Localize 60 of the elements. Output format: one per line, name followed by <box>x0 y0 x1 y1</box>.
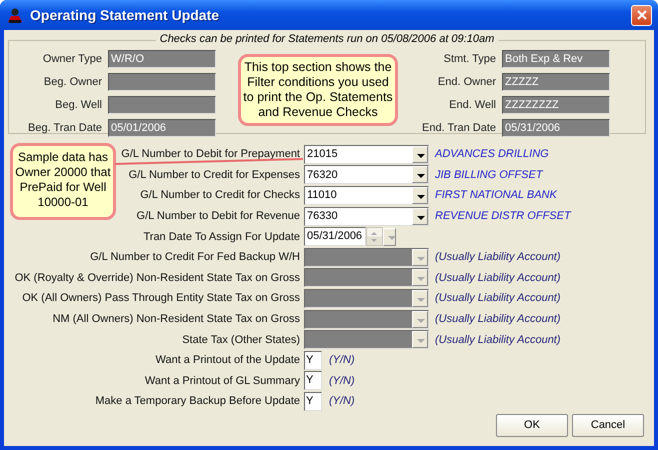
account-description: ADVANCES DRILLING <box>435 148 549 160</box>
field-label: G/L Number to Credit for Expenses <box>128 168 300 181</box>
field-label: G/L Number to Debit for Revenue <box>136 210 300 222</box>
field-label: OK (Royalty & Override) Non-Resident State Tax on Gross <box>14 272 300 284</box>
field-label: Tran Date To Assign For Update <box>143 230 300 243</box>
account-description: FIRST NATIONAL BANK <box>435 189 557 202</box>
readonly-field: 05/01/2006 <box>108 119 216 137</box>
field-label: Owner Type <box>42 53 102 65</box>
hint-text: (Y/N) <box>329 374 355 387</box>
account-description: (Usually Liability Account) <box>435 313 561 326</box>
callout-note: This top section shows the Filter conditions you used to print the Op. Statements and Revenue Checks <box>238 54 398 126</box>
combo-box[interactable]: 21015 <box>304 144 429 164</box>
input-field[interactable]: Y <box>304 371 322 390</box>
hint-text: (Y/N) <box>329 395 355 408</box>
app-icon <box>6 6 24 24</box>
field-label: End. Owner <box>436 76 496 88</box>
close-icon <box>636 9 648 21</box>
field-label: State Tax (Other States) <box>182 334 300 346</box>
combo-box[interactable]: 11010 <box>304 186 429 205</box>
group-legend: Checks can be printed for Statements run on 05/08/2006 at 09:10am <box>156 33 498 45</box>
field-label: Beg. Well <box>54 99 102 111</box>
field-label: Beg. Owner <box>42 76 102 88</box>
field-label: End. Well <box>448 99 496 111</box>
field-label: NM (All Owners) Non-Resident State Tax on Gross <box>52 313 300 326</box>
field-label: Stmt. Type <box>442 53 496 65</box>
field-label: G/L Number to Debit for Prepayment <box>121 148 300 160</box>
field-label: Make a Temporary Backup Before Update <box>95 395 300 408</box>
readonly-field: ZZZZZ <box>502 73 610 91</box>
field-label: Beg. Tran Date <box>27 122 102 134</box>
readonly-field: 05/31/2006 <box>502 119 610 137</box>
field-label: End. Tran Date <box>421 122 496 134</box>
dropdown-button[interactable] <box>412 166 428 184</box>
account-description: JIB BILLING OFFSET <box>435 168 543 181</box>
field-label: OK (All Owners) Pass Through Entity State Tax on Gross <box>22 292 300 304</box>
field-label: Want a Printout of GL Summary <box>144 374 300 387</box>
ok-button[interactable]: OK <box>496 414 568 437</box>
account-description: (Usually Liability Account) <box>435 272 561 284</box>
window-title: Operating Statement Update <box>30 7 220 23</box>
close-button[interactable] <box>631 4 652 26</box>
input-field[interactable]: Y <box>304 392 322 411</box>
dropdown-button[interactable] <box>412 186 428 204</box>
readonly-field: ZZZZZZZZ <box>502 96 610 114</box>
account-description: (Usually Liability Account) <box>435 292 561 304</box>
date-field[interactable]: 05/31/2006 <box>304 227 366 246</box>
field-label: G/L Number to Credit for Checks <box>140 189 300 202</box>
cancel-button[interactable]: Cancel <box>572 414 644 437</box>
combo-box[interactable]: 76320 <box>304 165 429 184</box>
field-label: Want a Printout of the Update <box>155 354 300 366</box>
account-description: REVENUE DISTR OFFSET <box>435 210 571 222</box>
field-label: G/L Number to Credit For Fed Backup W/H <box>90 251 300 264</box>
hint-text: (Y/N) <box>329 354 355 366</box>
input-field[interactable]: Y <box>304 350 322 370</box>
account-description: (Usually Liability Account) <box>435 251 561 264</box>
account-description: (Usually Liability Account) <box>435 334 561 346</box>
callout-note: Sample data has Owner 20000 that PrePaid for Well 10000-01 <box>10 143 116 220</box>
dropdown-button[interactable] <box>412 208 428 225</box>
combo-box[interactable]: 76330 <box>304 206 429 226</box>
readonly-field: W/R/O <box>108 50 216 68</box>
readonly-field: Both Exp & Rev <box>502 50 610 68</box>
dropdown-button[interactable] <box>412 146 428 163</box>
